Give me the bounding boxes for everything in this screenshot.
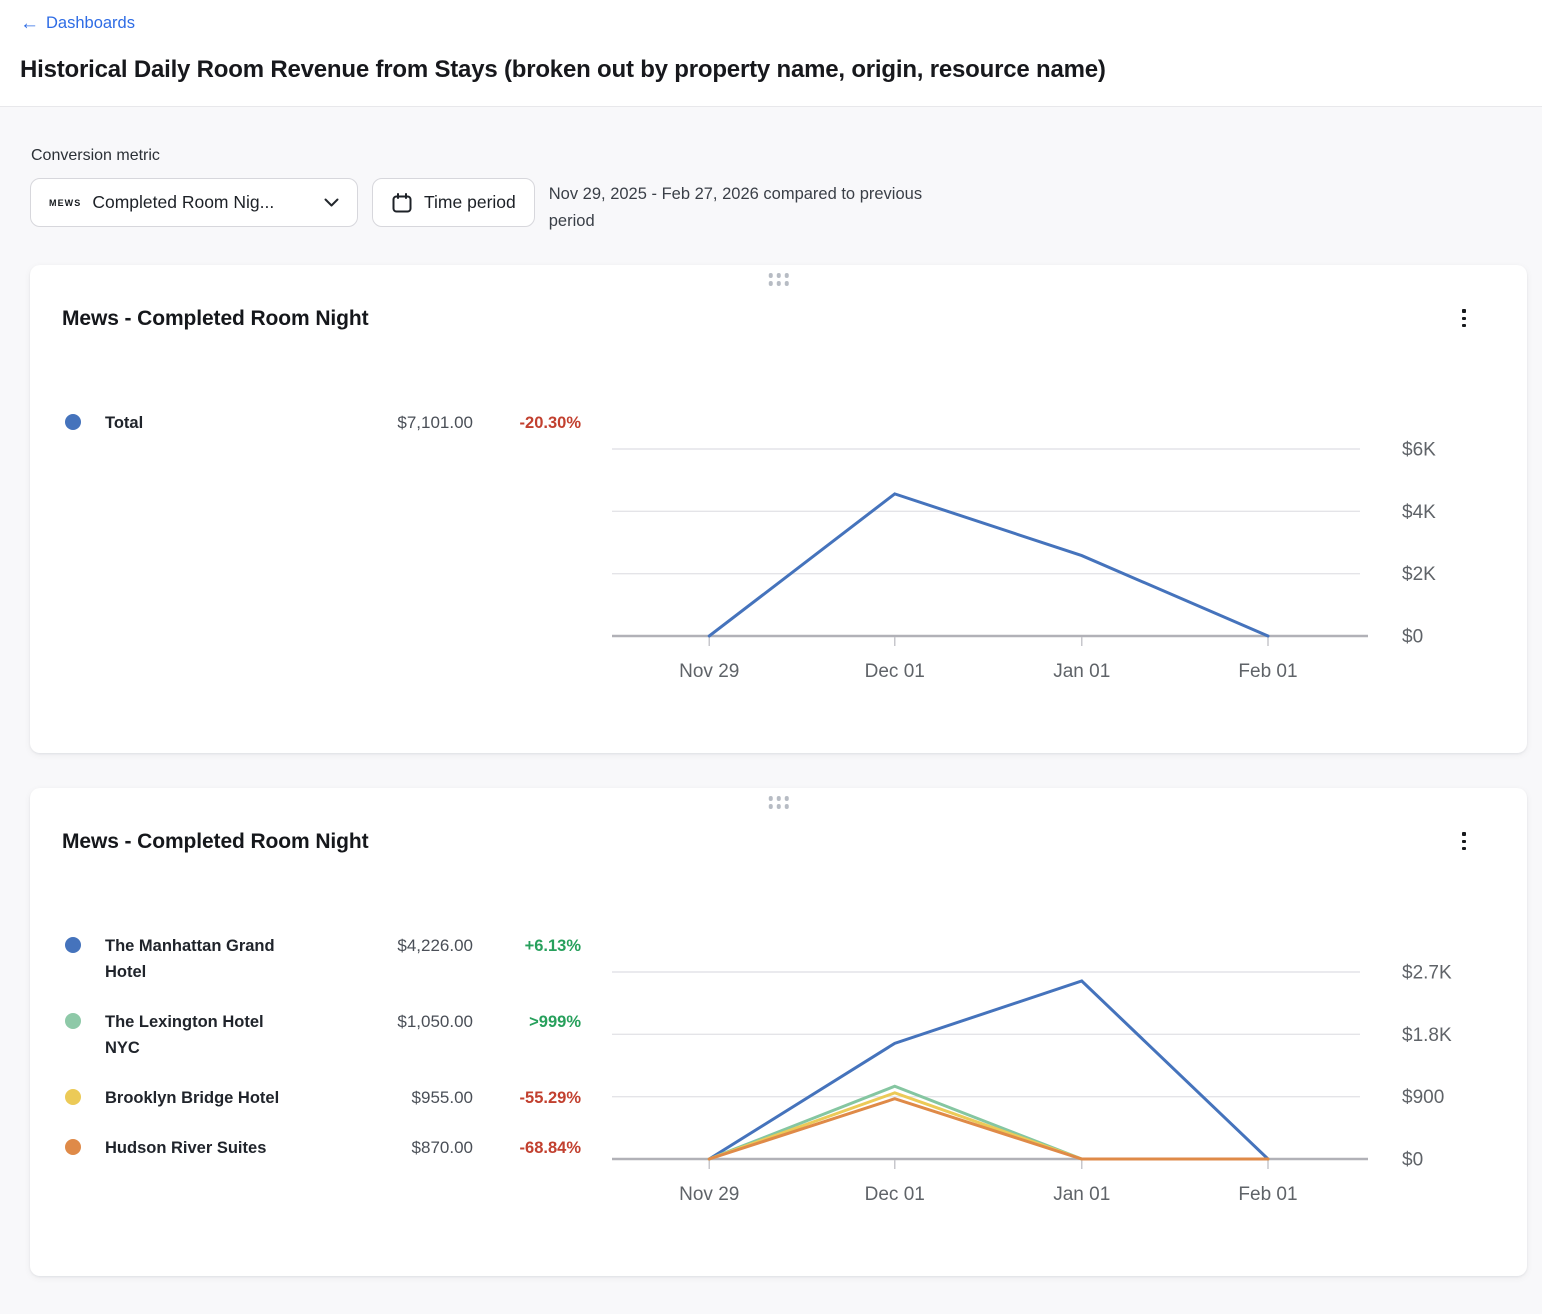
series-value: $4,226.00 [280, 933, 473, 959]
drag-handle[interactable] [765, 793, 792, 812]
y-axis-label: $1.8K [1402, 1025, 1452, 1046]
page-header: ← Dashboards Historical Daily Room Reven… [0, 0, 1542, 107]
series-change-badge: -68.84% [473, 1135, 581, 1161]
properties-line-chart[interactable]: $2.7K $1.8K $900 $0 Nov 29 Dec 01 Jan 01 Feb 01 [612, 946, 1457, 1208]
y-axis-label: $2.7K [1402, 963, 1452, 984]
metric-select[interactable]: MEWS Completed Room Nig... [30, 178, 358, 227]
legend-item-manhattan-grand[interactable]: The Manhattan Grand Hotel $4,226.00 +6.1… [65, 933, 581, 985]
mews-logo: MEWS [49, 198, 81, 208]
series-value: $870.00 [280, 1135, 473, 1161]
page-title: Historical Daily Room Revenue from Stays… [20, 56, 1522, 84]
conversion-metric-label: Conversion metric [31, 147, 1527, 165]
y-axis-label: $6K [1402, 440, 1436, 461]
chart-card-by-property: Mews - Completed Room Night The Manhatta… [30, 788, 1527, 1276]
back-to-dashboards-link[interactable]: ← Dashboards [20, 14, 135, 33]
series-line [709, 494, 1268, 636]
filter-row: MEWS Completed Room Nig... Time period N… [30, 178, 1527, 234]
x-axis-label: Feb 01 [1238, 1184, 1297, 1205]
series-name: The Lexington Hotel NYC [105, 1009, 280, 1061]
time-period-label: Time period [424, 192, 516, 213]
x-axis-label: Dec 01 [865, 661, 925, 682]
series-color-dot [65, 1013, 81, 1029]
x-axis-label: Nov 29 [679, 661, 739, 682]
chart-legend: The Manhattan Grand Hotel $4,226.00 +6.1… [30, 933, 581, 1185]
series-change-badge: -20.30% [473, 410, 581, 436]
time-period-button[interactable]: Time period [372, 178, 535, 227]
x-axis-label: Dec 01 [865, 1184, 925, 1205]
x-axis-label: Feb 01 [1238, 661, 1297, 682]
back-arrow-icon: ← [20, 14, 39, 33]
y-axis-label: $4K [1402, 502, 1436, 523]
total-line-chart[interactable]: $6K $4K $2K $0 Nov 29 Dec 01 Jan 01 Feb 01 [612, 423, 1457, 685]
y-axis-label: $900 [1402, 1088, 1444, 1109]
series-name: The Manhattan Grand Hotel [105, 933, 280, 985]
series-value: $955.00 [280, 1085, 473, 1111]
date-range-text: Nov 29, 2025 - Feb 27, 2026 compared to … [549, 178, 927, 234]
card-body: The Manhattan Grand Hotel $4,226.00 +6.1… [30, 854, 1527, 1208]
series-change-badge: -55.29% [473, 1085, 581, 1111]
series-change-badge: >999% [473, 1009, 581, 1035]
chevron-down-icon [324, 198, 339, 207]
x-axis-label: Jan 01 [1053, 1184, 1110, 1205]
metric-select-value: Completed Room Nig... [92, 192, 311, 213]
series-color-dot [65, 937, 81, 953]
legend-item-brooklyn-bridge[interactable]: Brooklyn Bridge Hotel $955.00 -55.29% [65, 1085, 581, 1111]
calendar-icon [391, 192, 413, 214]
series-change-badge: +6.13% [473, 933, 581, 959]
series-name: Total [105, 410, 280, 436]
series-color-dot [65, 1089, 81, 1105]
series-name: Brooklyn Bridge Hotel [105, 1085, 280, 1111]
y-axis-label: $0 [1402, 627, 1423, 648]
chart-legend: Total $7,101.00 -20.30% [30, 410, 581, 460]
drag-handle[interactable] [765, 270, 792, 289]
series-color-dot [65, 1139, 81, 1155]
legend-item-total[interactable]: Total $7,101.00 -20.30% [65, 410, 581, 436]
card-body: Total $7,101.00 -20.30% $6K $4K $2K $0 Nov 2… [30, 331, 1527, 685]
x-axis-label: Jan 01 [1053, 661, 1110, 682]
x-axis-label: Nov 29 [679, 1184, 739, 1205]
series-value: $1,050.00 [280, 1009, 473, 1035]
legend-item-lexington[interactable]: The Lexington Hotel NYC $1,050.00 >999% [65, 1009, 581, 1061]
card-menu-button[interactable] [1458, 828, 1470, 854]
series-name: Hudson River Suites [105, 1135, 280, 1161]
series-color-dot [65, 414, 81, 430]
y-axis-label: $0 [1402, 1150, 1423, 1171]
card-menu-button[interactable] [1458, 305, 1470, 331]
series-value: $7,101.00 [280, 410, 473, 436]
y-axis-label: $2K [1402, 565, 1436, 586]
chart-card-total: Mews - Completed Room Night Total $7,101… [30, 265, 1527, 753]
back-link-label: Dashboards [46, 14, 135, 33]
dashboard-content: Conversion metric MEWS Completed Room Ni… [0, 107, 1542, 1297]
legend-item-hudson-river[interactable]: Hudson River Suites $870.00 -68.84% [65, 1135, 581, 1161]
